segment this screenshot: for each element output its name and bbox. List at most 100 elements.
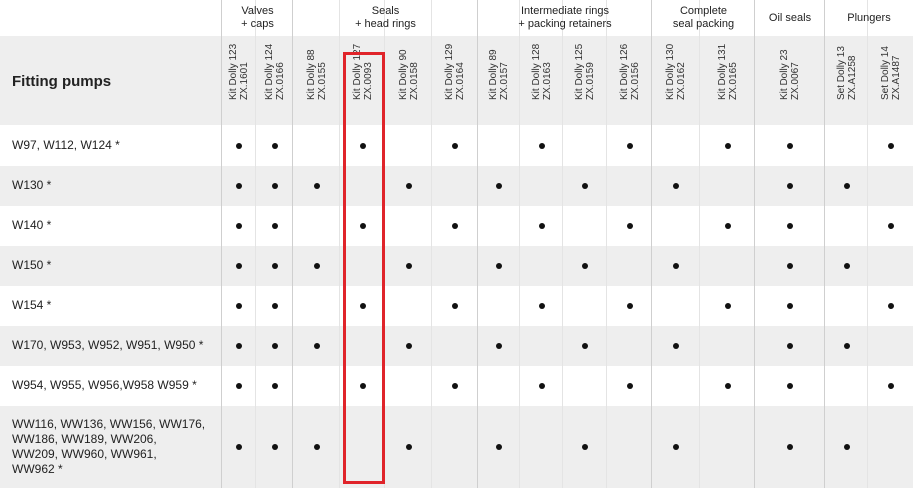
compatibility-dot: [272, 263, 278, 269]
column-separator: [384, 0, 385, 488]
compatibility-dot: [452, 383, 458, 389]
compatibility-dot: [673, 343, 679, 349]
compatibility-dot: [452, 223, 458, 229]
compatibility-dot: [360, 303, 366, 309]
compatibility-dot: [787, 444, 793, 450]
compatibility-dot: [787, 383, 793, 389]
compatibility-dot: [406, 263, 412, 269]
group-header: Intermediate rings + packing retainers: [518, 5, 612, 30]
compatibility-dot: [236, 183, 242, 189]
compatibility-dot: [627, 383, 633, 389]
column-separator: [255, 0, 256, 488]
compatibility-dot: [888, 143, 894, 149]
compatibility-dot: [272, 183, 278, 189]
kit-name: Kit Dolly 126: [619, 43, 630, 100]
row-label: W154 *: [12, 298, 52, 312]
compatibility-dot: [360, 143, 366, 149]
column-separator: [867, 0, 868, 488]
row-label: WW116, WW136, WW156, WW176, WW186, WW189…: [12, 417, 206, 476]
compatibility-dot: [406, 183, 412, 189]
compatibility-dot: [406, 343, 412, 349]
compatibility-dot: [725, 143, 731, 149]
compatibility-dot: [272, 383, 278, 389]
column-separator: [431, 0, 432, 488]
kit-code: ZX.0157: [499, 62, 510, 100]
column-header-text: Kit Dolly 125 ZX.0159: [574, 44, 596, 100]
kit-name: Set Dolly 14: [880, 46, 891, 100]
column-header-text: Kit Dolly 88 ZX.0155: [306, 49, 328, 100]
column-separator: [339, 0, 340, 488]
compatibility-dot: [272, 143, 278, 149]
column-separator: [519, 0, 520, 488]
compatibility-dot: [452, 303, 458, 309]
kit-code: ZX.A1258: [847, 55, 858, 100]
compatibility-dot: [236, 343, 242, 349]
kit-name: Kit Dolly 89: [488, 49, 499, 100]
compatibility-dot: [236, 223, 242, 229]
kit-code: ZX.A1487: [891, 55, 902, 100]
compatibility-dot: [539, 223, 545, 229]
compatibility-dot: [360, 223, 366, 229]
kit-code: ZX.0163: [542, 62, 553, 100]
column-header-text: Set Dolly 13 ZX.A1258: [836, 46, 858, 100]
compatibility-dot: [725, 303, 731, 309]
compatibility-dot: [787, 343, 793, 349]
column-header-text: Kit Dolly 89 ZX.0157: [488, 49, 510, 100]
column-separator: [699, 0, 700, 488]
kit-name: Kit Dolly 127: [352, 43, 363, 100]
compatibility-dot: [582, 183, 588, 189]
compatibility-dot: [236, 263, 242, 269]
kit-code: ZX.0166: [275, 62, 286, 100]
kit-code: ZX.0158: [409, 62, 420, 100]
kit-name: Kit Dolly 88: [306, 49, 317, 100]
column-header-text: Kit Dolly 128 ZX.0163: [531, 44, 553, 100]
compatibility-dot: [314, 444, 320, 450]
row-label: W97, W112, W124 *: [12, 138, 120, 152]
column-header-text: Kit Dolly 127 ZX.0093: [352, 44, 374, 100]
compatibility-dot: [539, 303, 545, 309]
column-header-text: Set Dolly 14 ZX.A1487: [880, 46, 902, 100]
compatibility-dot: [236, 383, 242, 389]
kit-name: Kit Dolly 131: [717, 43, 728, 100]
compatibility-dot: [236, 143, 242, 149]
column-header-text: Kit Dolly 90 ZX.0158: [398, 49, 420, 100]
compatibility-dot: [496, 343, 502, 349]
compatibility-dot: [844, 183, 850, 189]
compatibility-dot: [888, 223, 894, 229]
column-header-text: Kit Dolly 131 ZX.0165: [717, 44, 739, 100]
compatibility-dot: [314, 263, 320, 269]
group-header: Oil seals: [768, 12, 812, 24]
compatibility-table: Valves + caps Seals + head rings Intermedi…: [0, 0, 913, 488]
compatibility-dot: [582, 444, 588, 450]
kit-name: Kit Dolly 123: [228, 43, 239, 100]
compatibility-dot: [725, 223, 731, 229]
table-title: Fitting pumps: [12, 73, 112, 90]
compatibility-dot: [314, 343, 320, 349]
row-label: W954, W955, W956,W958 W959 *: [12, 378, 197, 392]
compatibility-dot: [725, 383, 731, 389]
compatibility-dot: [496, 444, 502, 450]
kit-name: Kit Dolly 128: [531, 43, 542, 100]
compatibility-dot: [314, 183, 320, 189]
group-separator: [221, 0, 222, 488]
compatibility-dot: [787, 303, 793, 309]
compatibility-dot: [844, 444, 850, 450]
kit-name: Kit Dolly 124: [264, 43, 275, 100]
compatibility-dot: [787, 183, 793, 189]
group-separator: [651, 0, 652, 488]
compatibility-dot: [844, 263, 850, 269]
compatibility-dot: [888, 383, 894, 389]
compatibility-dot: [673, 183, 679, 189]
group-separator: [754, 0, 755, 488]
compatibility-dot: [360, 383, 366, 389]
group-separator: [824, 0, 825, 488]
kit-code: ZX.0155: [317, 62, 328, 100]
compatibility-dot: [272, 223, 278, 229]
compatibility-dot: [888, 303, 894, 309]
compatibility-dot: [627, 143, 633, 149]
kit-code: ZX.0067: [790, 62, 801, 100]
group-header: Seals + head rings: [355, 5, 416, 30]
column-separator: [606, 0, 607, 488]
compatibility-dot: [539, 143, 545, 149]
compatibility-dot: [406, 444, 412, 450]
